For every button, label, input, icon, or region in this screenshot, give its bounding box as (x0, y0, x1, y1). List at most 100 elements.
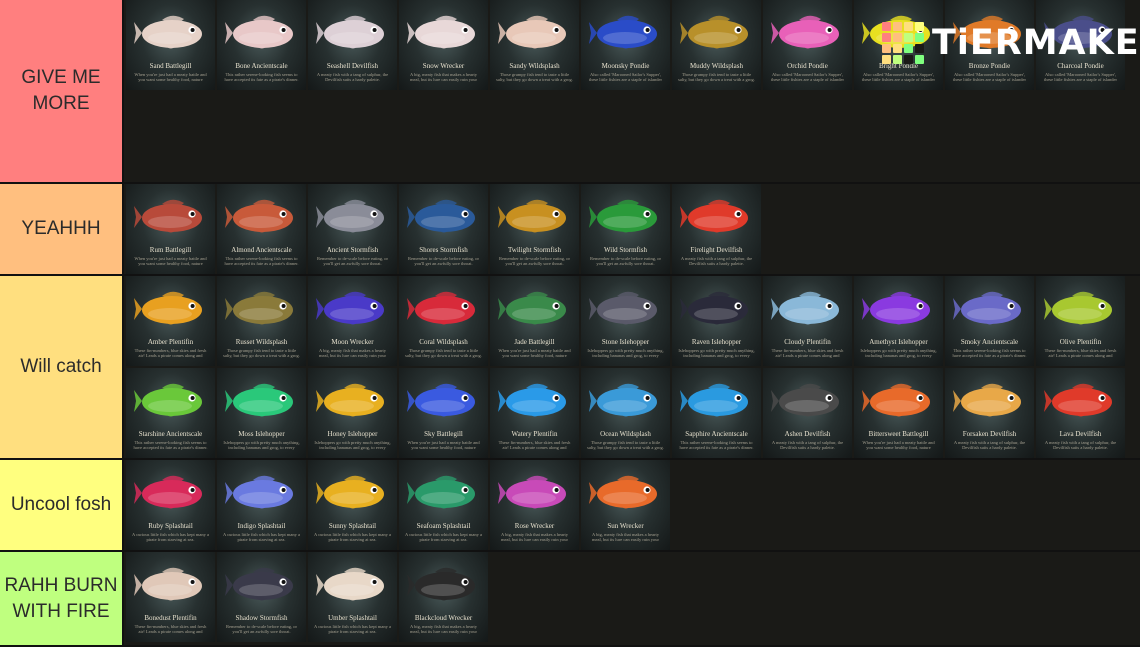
fish-icon (225, 291, 293, 325)
fish-card[interactable]: Amethyst Islehopper Islehoppers go with p… (854, 276, 943, 366)
fish-card[interactable]: Firelight Devilfish A meaty fish with a t… (672, 184, 761, 274)
fish-card[interactable]: Almond Ancientscale This rather serene-lo… (217, 184, 306, 274)
fish-card[interactable]: Rose Wrecker A big, meaty fish that makes… (490, 460, 579, 550)
fish-name: Rose Wrecker (514, 522, 555, 530)
fish-card[interactable]: Raven Islehopper Islehoppers go with pret… (672, 276, 761, 366)
tier-label[interactable]: Will catch (0, 276, 124, 458)
fish-description: A meaty fish with a tang of sulphur, the… (316, 72, 389, 82)
fish-card[interactable]: Jade Battlegill When you're just had a me… (490, 276, 579, 366)
fish-description: Remember to de-scale before eating, or y… (317, 256, 388, 266)
fish-card[interactable]: Amber Plentifin These fin-numbers, blue s… (126, 276, 215, 366)
tier-label[interactable]: GIVE ME MORE (0, 0, 124, 182)
tier-label[interactable]: YEAHHH (0, 184, 124, 274)
fish-card[interactable]: Muddy Wildsplash Those grumpy fish tend t… (672, 0, 761, 90)
fish-icon (680, 199, 748, 233)
fish-card[interactable]: Olive Plentifin These fin-numbers, blue s… (1036, 276, 1125, 366)
logo-grid-cell (915, 33, 924, 42)
logo-grid-cell (893, 44, 902, 53)
fish-card[interactable]: Smoky Ancientscale This rather serene-loo… (945, 276, 1034, 366)
fish-card[interactable]: Ocean Wildsplash Those grumpy fish tend t… (581, 368, 670, 458)
fish-card[interactable]: Watery Plentifin These fin-numbers, blue … (490, 368, 579, 458)
fish-name: Ocean Wildsplash (600, 430, 651, 438)
fish-name: Honey Islehopper (327, 430, 378, 438)
fish-icon (680, 15, 748, 49)
fish-card[interactable]: Honey Islehopper Islehoppers go with pret… (308, 368, 397, 458)
fish-icon (862, 291, 930, 325)
fish-description: Remember to de-scale before eating, or y… (590, 256, 661, 266)
fish-card[interactable]: Indigo Splashtail A curious little fish w… (217, 460, 306, 550)
fish-card[interactable]: Sand Battlegill When you're just had a me… (126, 0, 215, 90)
fish-card[interactable]: Blackcloud Wrecker A big, meaty fish that… (399, 552, 488, 642)
fish-name: Almond Ancientscale (231, 246, 292, 254)
logo-grid-cell (904, 22, 913, 31)
fish-name: Watery Plentifin (511, 430, 558, 438)
tiermaker-logo[interactable]: TiERMAKER (882, 20, 1140, 66)
fish-description: Also called 'Marooned Sailor's Supper', … (861, 72, 936, 83)
fish-card[interactable]: Bittersweet Battlegill When you're just h… (854, 368, 943, 458)
fish-card[interactable]: Russet Wildsplash Those grumpy fish tend … (217, 276, 306, 366)
fish-name: Sky Battlegill (424, 430, 463, 438)
fish-card[interactable]: Starshine Ancientscale This rather serene… (126, 368, 215, 458)
tier-label[interactable]: RAHH BURN WITH FIRE (0, 552, 124, 645)
fish-card[interactable]: Seashell Devilfish A meaty fish with a ta… (308, 0, 397, 90)
fish-description: This rather serene-looking fish seems to… (952, 348, 1027, 358)
fish-icon (225, 383, 293, 417)
fish-card[interactable]: Moonsky Pondie Also called 'Marooned Sail… (581, 0, 670, 90)
fish-name: Bonedust Plentifin (144, 614, 197, 622)
fish-description: Also called 'Marooned Sailor's Supper', … (588, 72, 663, 83)
fish-description: A meaty fish with a tang of sulphur, the… (771, 440, 844, 450)
fish-card[interactable]: Rum Battlegill When you're just had a mea… (126, 184, 215, 274)
fish-icon (953, 291, 1021, 325)
fish-name: Raven Islehopper (691, 338, 742, 346)
fish-description: Islehoppers go with pretty much anything… (314, 440, 391, 451)
fish-icon (134, 475, 202, 509)
fish-card[interactable]: Sapphire Ancientscale This rather serene-… (672, 368, 761, 458)
fish-card[interactable]: Sandy Wildsplash Those grumpy fish tend t… (490, 0, 579, 90)
fish-card[interactable]: Lava Devilfish A meaty fish with a tang o… (1036, 368, 1125, 458)
fish-card[interactable]: Snow Wrecker A big, meaty fish that makes… (399, 0, 488, 90)
fish-card[interactable]: Twilight Stormfish Remember to de-scale b… (490, 184, 579, 274)
fish-icon (225, 15, 293, 49)
fish-icon (316, 567, 384, 601)
fish-icon (498, 291, 566, 325)
fish-card[interactable]: Bone Ancientscale This rather serene-look… (217, 0, 306, 90)
fish-description: A big, meaty fish that makes a hearty me… (410, 72, 477, 83)
fish-icon (498, 383, 566, 417)
fish-description: Islehoppers go with pretty much anything… (587, 348, 664, 359)
fish-name: Lava Devilfish (1059, 430, 1102, 438)
fish-card[interactable]: Umber Splashtail A curious little fish wh… (308, 552, 397, 642)
fish-card[interactable]: Moon Wrecker A big, meaty fish that makes… (308, 276, 397, 366)
fish-card[interactable]: Seafoam Splashtail A curious little fish … (399, 460, 488, 550)
fish-icon (771, 15, 839, 49)
fish-card[interactable]: Ancient Stormfish Remember to de-scale be… (308, 184, 397, 274)
fish-icon (589, 475, 657, 509)
fish-name: Wild Stormfish (603, 246, 648, 254)
fish-icon (407, 383, 475, 417)
fish-card[interactable]: Ruby Splashtail A curious little fish whi… (126, 460, 215, 550)
fish-card[interactable]: Stone Islehopper Islehoppers go with pret… (581, 276, 670, 366)
fish-card[interactable]: Cloudy Plentifin These fin-numbers, blue … (763, 276, 852, 366)
fish-description: A curious little fish which has kept man… (223, 532, 300, 542)
fish-name: Amber Plentifin (147, 338, 194, 346)
fish-description: A meaty fish with a tang of sulphur, the… (680, 256, 753, 266)
logo-grid-cell (882, 33, 891, 42)
fish-name: Muddy Wildsplash (689, 62, 744, 70)
fish-card[interactable]: Sunny Splashtail A curious little fish wh… (308, 460, 397, 550)
fish-card[interactable]: Wild Stormfish Remember to de-scale befor… (581, 184, 670, 274)
tier-label[interactable]: Uncool fosh (0, 460, 124, 550)
fish-description: A big, meaty fish that makes a hearty me… (319, 348, 386, 359)
fish-icon (134, 291, 202, 325)
fish-card[interactable]: Moss Islehopper Islehoppers go with prett… (217, 368, 306, 458)
tier-row: Uncool fosh Ruby Splashtail A curious litt… (0, 460, 1140, 552)
fish-card[interactable]: Shores Stormfish Remember to de-scale bef… (399, 184, 488, 274)
fish-description: When you're just had a meaty battle and … (862, 440, 935, 451)
fish-card[interactable]: Bonedust Plentifin These fin-numbers, blu… (126, 552, 215, 642)
fish-card[interactable]: Sun Wrecker A big, meaty fish that makes … (581, 460, 670, 550)
fish-card[interactable]: Sky Battlegill When you're just had a mea… (399, 368, 488, 458)
fish-card[interactable]: Ashen Devilfish A meaty fish with a tang … (763, 368, 852, 458)
fish-card[interactable]: Coral Wildsplash Those grumpy fish tend t… (399, 276, 488, 366)
fish-card[interactable]: Orchid Pondie Also called 'Marooned Sailo… (763, 0, 852, 90)
fish-card[interactable]: Forsaken Devilfish A meaty fish with a ta… (945, 368, 1034, 458)
fish-description: A big, meaty fish that makes a hearty me… (501, 532, 568, 543)
fish-card[interactable]: Shadow Stormfish Remember to de-scale bef… (217, 552, 306, 642)
